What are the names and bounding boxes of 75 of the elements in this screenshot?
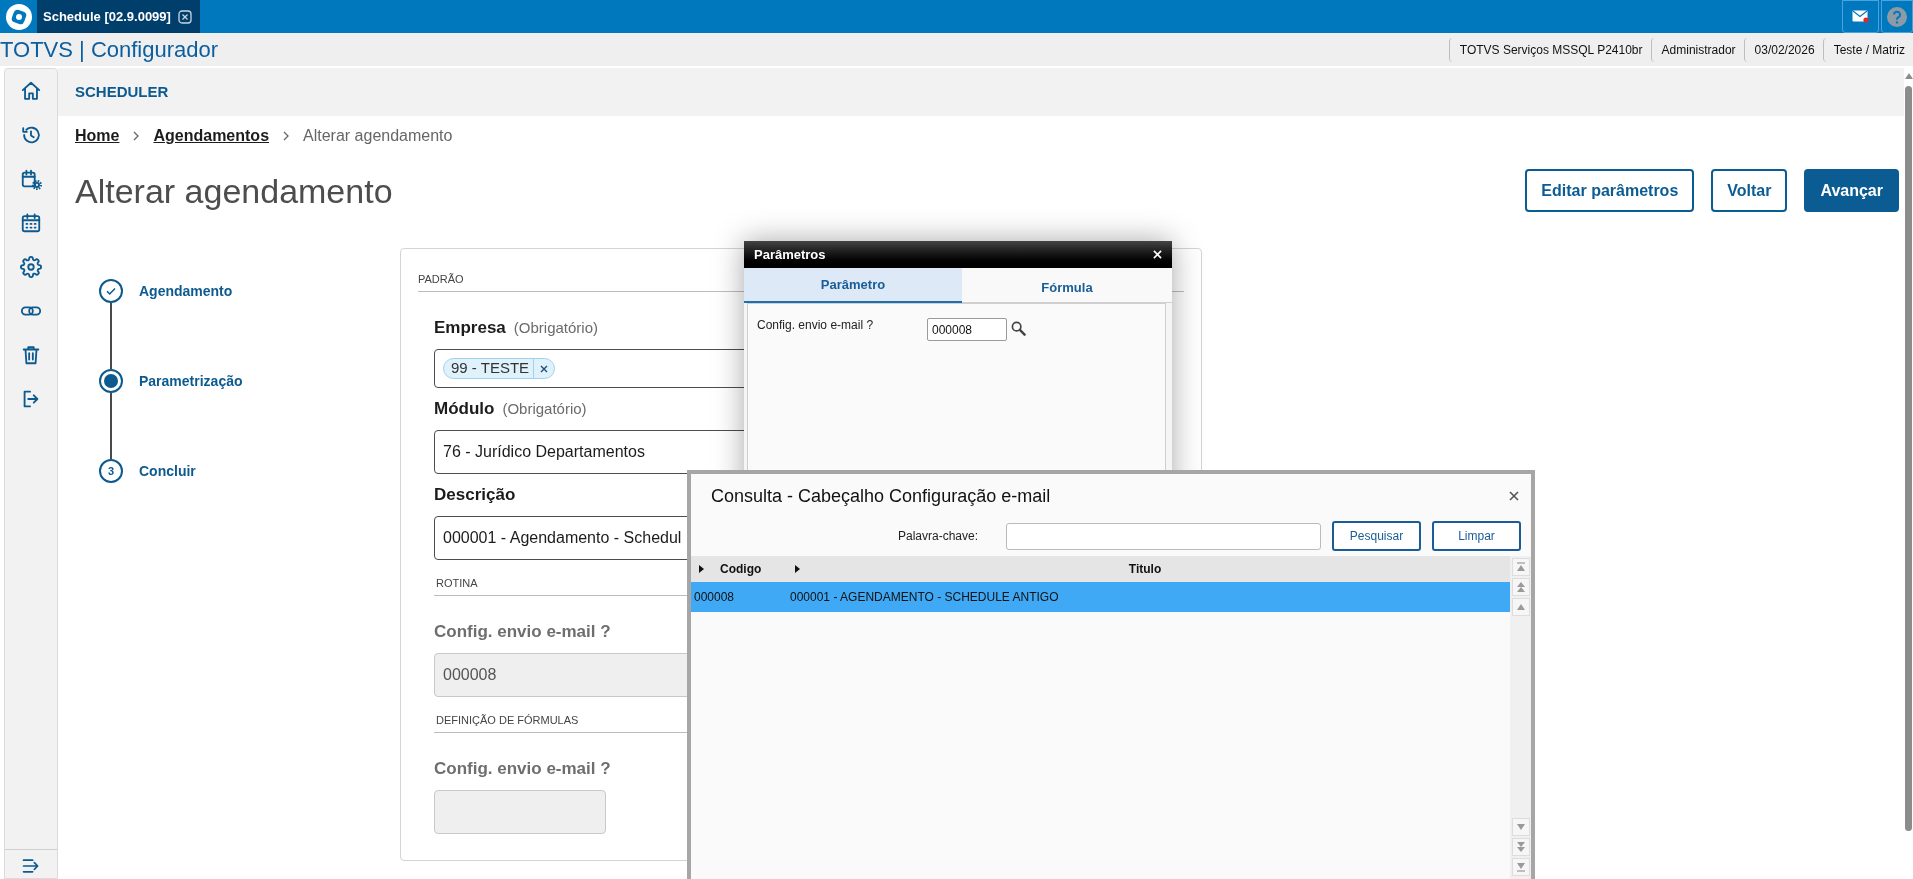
section-title: ROTINA [436,577,478,589]
table-cell-text: 000008 [693,589,736,606]
dialog-title: Parâmetros [754,245,826,264]
triangle-down-icon [1515,822,1526,832]
table-cell-text: 000001 - AGENDAMENTO - SCHEDULE ANTIGO [790,589,1059,606]
header-info: 03/02/2026 [1743,37,1823,62]
field-label: Palavra-chave: [897,528,978,545]
field-label: Descrição [434,484,516,507]
bar-triangle-up-icon [1515,562,1526,572]
breadcrumb-link[interactable]: Agendamentos [153,124,270,148]
back-button[interactable]: Voltar [1711,169,1788,212]
app-tab[interactable]: Schedule [02.9.0099] [37,0,200,33]
logo-icon[interactable] [4,2,33,31]
scroll-button[interactable] [1511,838,1530,856]
section-title: PADRÃO [418,273,464,285]
calendar-gear-icon[interactable] [20,168,42,190]
text-field[interactable]: 000008 [927,318,1007,341]
breadcrumb-current: Alterar agendamento [303,126,453,146]
search-icon[interactable] [1011,321,1026,336]
triangle-up-icon [1515,602,1526,612]
edit-parameters-button[interactable]: Editar parâmetros [1525,169,1695,212]
step-label: Concluir [139,461,196,481]
scroll-button[interactable] [1511,858,1530,876]
header-info: TOTVS Serviços MSSQL P2410br [1448,37,1651,62]
step-label: Agendamento [139,281,233,301]
required-note: (Obrigatório) [513,317,599,338]
settings-icon[interactable] [20,256,42,278]
column-header[interactable]: Titulo [1128,560,1162,578]
table-row[interactable]: 000008 000001 - AGENDAMENTO - SCHEDULE ANTIGO [691,582,1510,612]
double-triangle-down-icon [1515,842,1526,852]
dialog-tab[interactable]: Parâmetro [744,268,962,303]
chevron-right-icon [283,131,290,141]
chip-label: 99 - TESTE [450,358,531,379]
field-label: Módulo [434,398,495,421]
search-field[interactable] [1006,522,1321,550]
dialog-title: Consulta - Cabeçalho Configuração e-mail [711,484,1051,508]
dialog-tab[interactable]: Fórmula [962,268,1172,303]
close-icon[interactable] [1509,491,1519,501]
expand-menu-icon[interactable] [21,856,41,876]
history-icon[interactable] [20,124,42,146]
module-title: SCHEDULER [75,81,169,102]
caret-right-icon[interactable] [699,565,704,573]
header-info: Teste / Matriz [1822,37,1913,62]
step-label: Parametrização [139,371,243,391]
search-button[interactable]: Pesquisar [1332,521,1421,551]
scroll-up-icon[interactable] [1904,73,1913,79]
bar-triangle-down-icon [1515,862,1526,872]
breadcrumb-link[interactable]: Home [75,124,120,148]
scroll-button[interactable] [1511,818,1530,836]
app-title: TOTVS | Configurador [0,38,219,61]
header-info: Administrador [1650,37,1744,62]
remove-icon[interactable] [540,364,549,373]
column-header[interactable]: Codigo [720,560,762,578]
trash-icon[interactable] [20,344,42,366]
home-icon[interactable] [20,80,42,102]
caret-right-icon[interactable] [795,565,800,573]
scroll-button[interactable] [1511,578,1530,596]
section-title: DEFINIÇÃO DE FÓRMULAS [436,714,579,726]
step-number: 3 [99,459,123,483]
chevron-right-icon [133,131,140,141]
field-label: Config. envio e-mail ? [757,317,875,334]
scrollbar-thumb[interactable] [1905,86,1912,831]
step-connector-line [110,303,112,369]
next-button[interactable]: Avançar [1804,169,1899,212]
step-connector-line [110,393,112,459]
scroll-button[interactable] [1511,558,1530,576]
scroll-button[interactable] [1511,598,1530,616]
field-label: Empresa [434,317,506,340]
calendar-icon[interactable] [20,212,42,234]
field-label: Config. envio e-mail ? [434,621,611,644]
clear-button[interactable]: Limpar [1432,521,1521,551]
field-label: Config. envio e-mail ? [434,758,611,781]
required-note: (Obrigatório) [502,398,587,419]
double-triangle-up-icon [1515,582,1526,592]
page-title: Alterar agendamento [75,173,393,208]
